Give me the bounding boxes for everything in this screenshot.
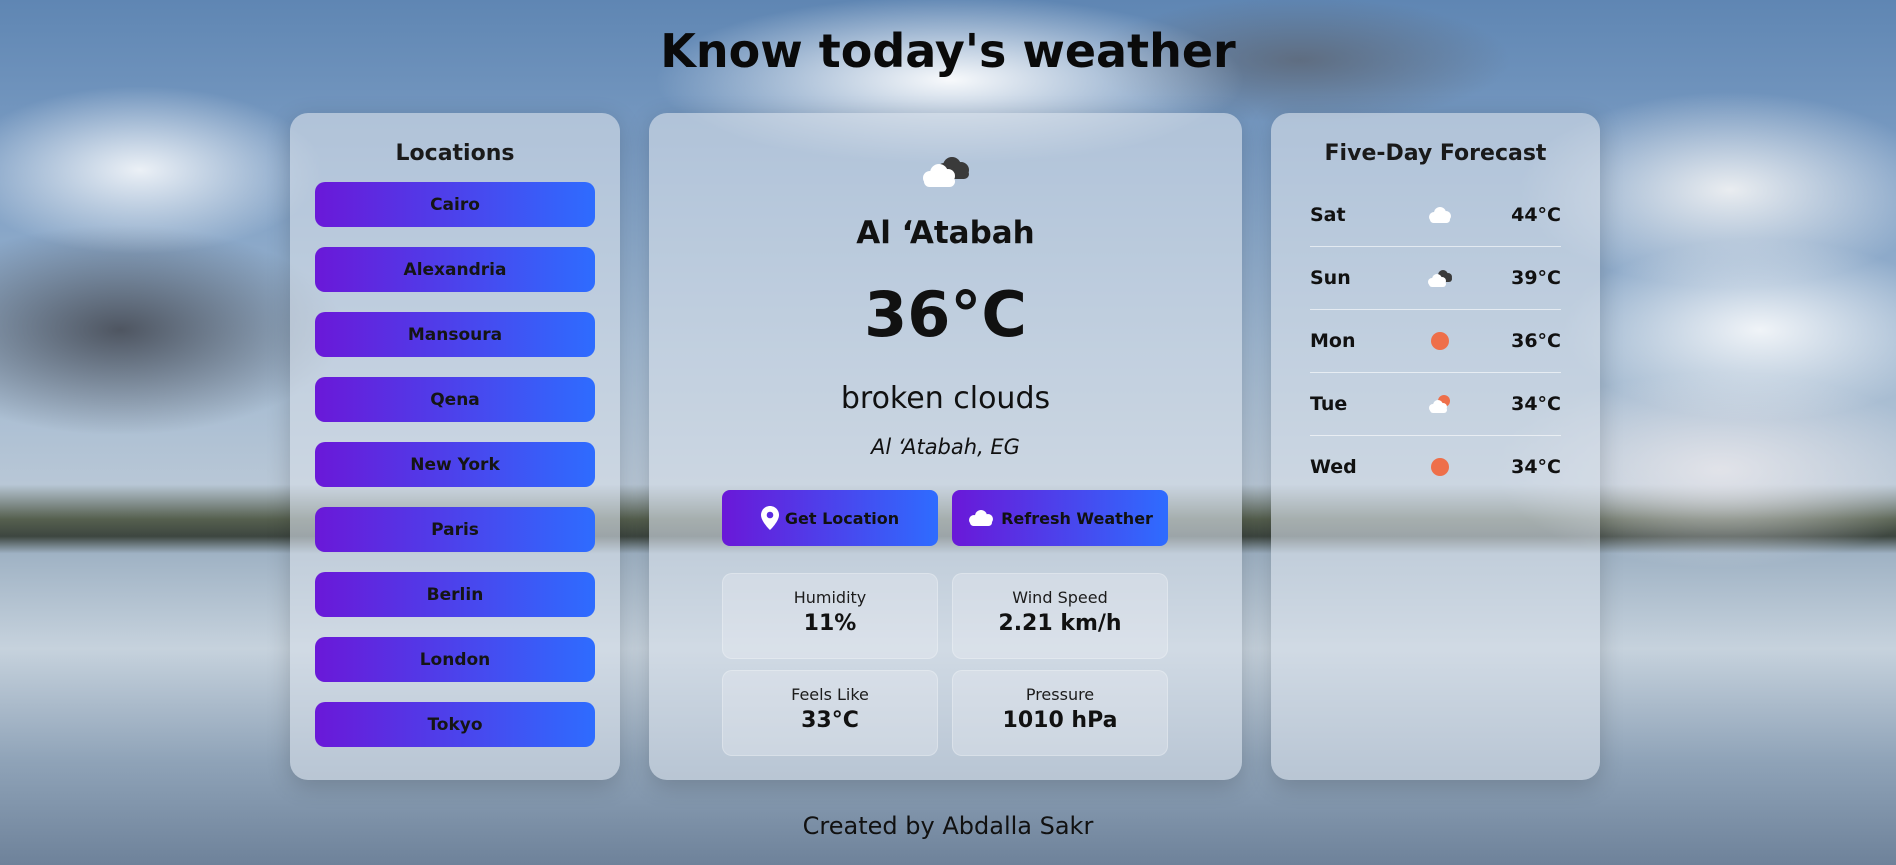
- forecast-day: Sun: [1310, 267, 1351, 289]
- forecast-temp: 34°C: [1511, 393, 1561, 415]
- wind-speed-value: 2.21 km/h: [998, 611, 1122, 636]
- current-temperature: 36°C: [864, 278, 1027, 351]
- pressure-card: Pressure 1010 hPa: [952, 670, 1168, 756]
- map-pin-icon: [760, 506, 779, 530]
- get-location-button[interactable]: Get Location: [722, 490, 938, 546]
- wind-speed-label: Wind Speed: [1012, 588, 1108, 607]
- forecast-day: Sat: [1310, 204, 1346, 226]
- forecast-temp: 44°C: [1511, 204, 1561, 226]
- get-location-label: Get Location: [784, 508, 900, 528]
- refresh-weather-button[interactable]: Refresh Weather: [952, 490, 1168, 546]
- forecast-day: Mon: [1310, 330, 1356, 352]
- forecast-panel: Five-Day Forecast Sat 44°C Sun 39°C Mon: [1271, 113, 1600, 780]
- location-button-mansoura[interactable]: Mansoura: [315, 312, 595, 357]
- forecast-temp: 39°C: [1511, 267, 1561, 289]
- forecast-row-mon: Mon 36°C: [1310, 310, 1561, 373]
- pressure-label: Pressure: [1025, 685, 1095, 704]
- feels-like-label: Feels Like: [791, 685, 869, 704]
- forecast-title: Five-Day Forecast: [1324, 141, 1547, 166]
- footer-credit: Created by Abdalla Sakr: [802, 812, 1094, 840]
- sun-icon: [1431, 458, 1449, 476]
- location-button-berlin[interactable]: Berlin: [315, 572, 595, 617]
- location-button-tokyo[interactable]: Tokyo: [315, 702, 595, 747]
- forecast-temp: 36°C: [1511, 330, 1561, 352]
- refresh-weather-label: Refresh Weather: [1001, 508, 1153, 528]
- broken-clouds-icon: [923, 157, 969, 187]
- feels-like-card: Feels Like 33°C: [722, 670, 938, 756]
- broken-clouds-icon: [1428, 270, 1452, 287]
- location-button-london[interactable]: London: [315, 637, 595, 682]
- forecast-day: Wed: [1310, 456, 1357, 478]
- cloud-icon: [969, 510, 994, 526]
- sun-behind-cloud-icon: [1429, 395, 1450, 413]
- location-button-new-york[interactable]: New York: [315, 442, 595, 487]
- location-button-alexandria[interactable]: Alexandria: [315, 247, 595, 292]
- current-weather-panel: Al ‘Atabah 36°C broken clouds Al ‘Atabah…: [649, 113, 1242, 780]
- city-name: Al ‘Atabah: [856, 215, 1035, 251]
- humidity-card: Humidity 11%: [722, 573, 938, 659]
- location-button-paris[interactable]: Paris: [315, 507, 595, 552]
- forecast-list: Sat 44°C Sun 39°C Mon 36°C Tue 34°C Wed …: [1271, 184, 1600, 498]
- page-title: Know today's weather: [660, 24, 1236, 78]
- forecast-day: Tue: [1310, 393, 1348, 415]
- forecast-row-tue: Tue 34°C: [1310, 373, 1561, 436]
- humidity-value: 11%: [803, 611, 857, 636]
- cloud-icon: [1429, 207, 1451, 223]
- forecast-row-sun: Sun 39°C: [1310, 247, 1561, 310]
- forecast-row-wed: Wed 34°C: [1310, 436, 1561, 498]
- pressure-value: 1010 hPa: [1002, 708, 1118, 733]
- forecast-temp: 34°C: [1511, 456, 1561, 478]
- weather-description: broken clouds: [840, 381, 1051, 416]
- forecast-row-sat: Sat 44°C: [1310, 184, 1561, 247]
- wind-speed-card: Wind Speed 2.21 km/h: [952, 573, 1168, 659]
- location-button-qena[interactable]: Qena: [315, 377, 595, 422]
- locations-list: Cairo Alexandria Mansoura Qena New York …: [290, 182, 620, 747]
- feels-like-value: 33°C: [801, 708, 859, 733]
- location-label: Al ‘Atabah, EG: [871, 435, 1020, 459]
- humidity-label: Humidity: [793, 588, 867, 607]
- sun-icon: [1431, 332, 1449, 350]
- locations-title: Locations: [395, 141, 515, 166]
- locations-panel: Locations Cairo Alexandria Mansoura Qena…: [290, 113, 620, 780]
- location-button-cairo[interactable]: Cairo: [315, 182, 595, 227]
